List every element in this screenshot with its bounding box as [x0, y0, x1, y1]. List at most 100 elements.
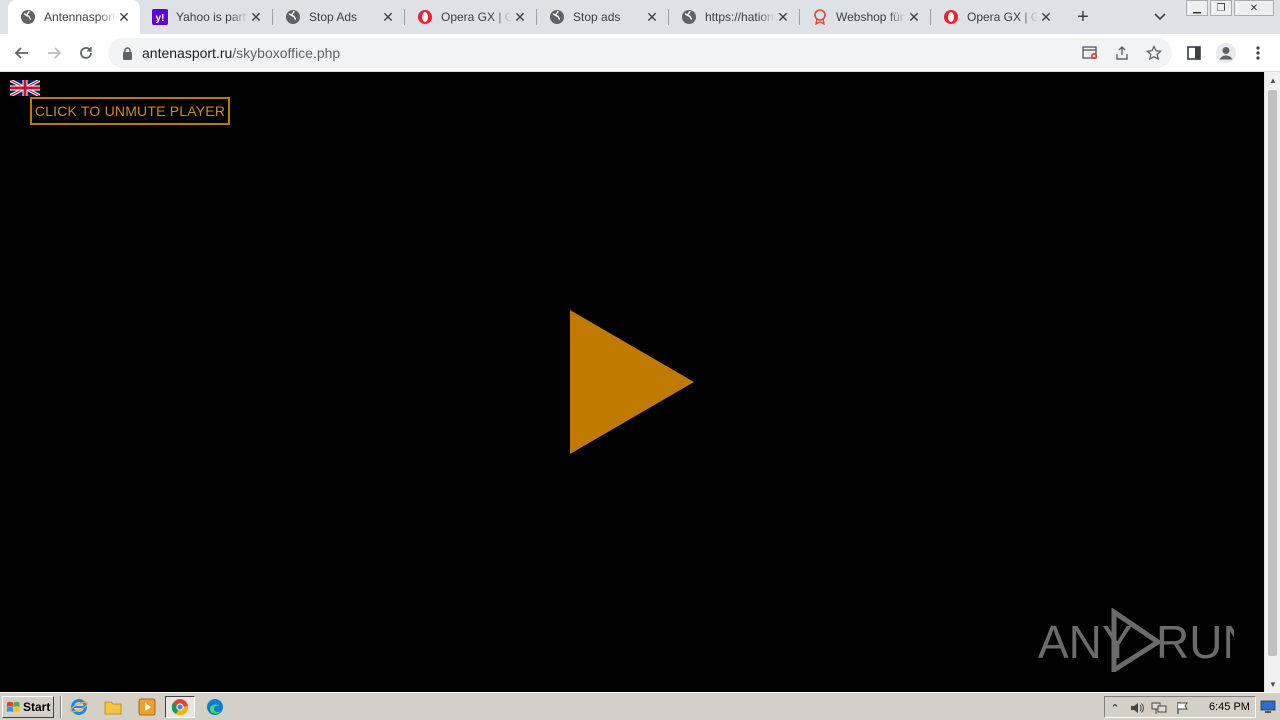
uk-flag-icon[interactable]: [10, 80, 40, 96]
edge-button[interactable]: [204, 697, 226, 717]
show-hidden-icons-button[interactable]: ⌃: [1107, 700, 1123, 716]
new-tab-button[interactable]: +: [1071, 5, 1095, 29]
bookmark-button[interactable]: [1143, 42, 1165, 64]
address-bar[interactable]: antenasport.ru/skyboxoffice.php: [108, 38, 1172, 68]
folder-icon: [104, 701, 122, 715]
profile-button[interactable]: [1214, 41, 1238, 65]
close-icon[interactable]: ✕: [644, 9, 660, 25]
tab-title: Webshop für: [836, 10, 904, 24]
close-window-button[interactable]: ✕: [1234, 0, 1274, 16]
windows-taskbar: Start ⌃ 6:45 PM: [0, 692, 1280, 720]
unmute-player-button[interactable]: CLICK TO UNMUTE PLAYER: [30, 97, 230, 125]
star-icon: [1146, 45, 1162, 61]
close-icon[interactable]: ✕: [512, 9, 528, 25]
media-player-icon: [138, 698, 156, 716]
play-icon[interactable]: [570, 310, 694, 454]
close-icon[interactable]: ✕: [1038, 9, 1054, 25]
webshop-icon: [812, 9, 828, 25]
page-content: CLICK TO UNMUTE PLAYER ANY RUN: [0, 72, 1264, 692]
tab-title: Stop Ads: [309, 10, 358, 24]
minimize-icon: ▁: [1193, 2, 1201, 14]
close-icon[interactable]: ✕: [248, 9, 264, 25]
side-panel-icon: [1187, 46, 1201, 60]
globe-icon: [549, 9, 565, 25]
tab-strip: Antennasport ✕ y! Yahoo is part of ✕ Sto…: [0, 0, 1280, 34]
network-icon: [1151, 702, 1167, 714]
tab-title: Opera GX | Ga: [441, 10, 512, 24]
window-controls: ▁ ❐ ✕: [1186, 0, 1274, 18]
chrome-taskbar-button[interactable]: [165, 696, 195, 718]
share-icon: [1116, 46, 1128, 60]
tab-title: Stop ads: [573, 10, 621, 24]
globe-icon: [681, 9, 697, 25]
restore-button[interactable]: ❐: [1210, 0, 1232, 16]
action-center-button[interactable]: [1175, 700, 1191, 716]
start-label: Start: [23, 700, 51, 714]
share-button[interactable]: [1111, 42, 1133, 64]
avatar-icon: [1216, 43, 1236, 63]
tab-search-button[interactable]: [1150, 7, 1170, 27]
back-button[interactable]: [10, 41, 34, 65]
close-icon[interactable]: ✕: [116, 9, 132, 25]
side-panel-button[interactable]: [1182, 41, 1206, 65]
lock-icon: [120, 46, 134, 60]
tab-opera-gx[interactable]: Opera GX | Ga ✕: [405, 0, 536, 34]
internet-explorer-button[interactable]: [68, 697, 90, 717]
speaker-icon: [1131, 703, 1144, 713]
scroll-up-arrow[interactable]: ▲: [1265, 72, 1280, 88]
menu-button[interactable]: [1246, 41, 1270, 65]
close-icon[interactable]: ✕: [380, 9, 396, 25]
flag-icon: [1177, 702, 1188, 714]
clock: 6:45 PM: [1209, 701, 1250, 713]
url-host: antenasport.ru: [142, 45, 233, 61]
tab-webshop[interactable]: Webshop für ✕: [800, 0, 930, 34]
start-button[interactable]: Start: [2, 696, 54, 718]
tab-title: https://hation: [705, 10, 774, 24]
tab-hation[interactable]: https://hation ✕: [669, 0, 799, 34]
plus-icon: +: [1077, 5, 1089, 28]
chrome-icon: [171, 699, 189, 716]
globe-icon: [20, 9, 36, 25]
svg-text:y!: y!: [156, 13, 165, 24]
forward-button[interactable]: [42, 41, 66, 65]
watermark-right-text: RUN: [1156, 616, 1234, 668]
internet-explorer-icon: [70, 699, 88, 715]
volume-button[interactable]: [1129, 700, 1145, 716]
tab-stop-ads-2[interactable]: Stop ads ✕: [537, 0, 668, 34]
browser-toolbar: antenasport.ru/skyboxoffice.php: [0, 34, 1280, 72]
minimize-button[interactable]: ▁: [1186, 0, 1208, 16]
watermark-left-text: ANY: [1038, 616, 1133, 668]
tab-title: Yahoo is part of: [176, 10, 248, 24]
globe-icon: [285, 9, 301, 25]
tab-title: Opera GX | Ga: [967, 10, 1038, 24]
arrow-right-icon: [48, 47, 62, 59]
opera-icon: [943, 9, 959, 25]
tab-opera-gx-2[interactable]: Opera GX | Ga ✕: [931, 0, 1062, 34]
tab-stop-ads[interactable]: Stop Ads ✕: [273, 0, 404, 34]
kebab-menu-icon: [1256, 46, 1260, 60]
scroll-thumb[interactable]: [1268, 90, 1277, 656]
arrow-left-icon: [14, 47, 28, 59]
show-desktop-icon[interactable]: [1260, 698, 1276, 714]
blocked-popup-button[interactable]: [1079, 42, 1101, 64]
close-icon[interactable]: ✕: [775, 9, 791, 25]
yahoo-icon: y!: [152, 9, 168, 25]
file-explorer-button[interactable]: [102, 697, 124, 717]
vertical-scrollbar[interactable]: ▲ ▼: [1264, 72, 1280, 692]
windows-logo-icon: [7, 701, 20, 712]
opera-icon: [417, 9, 433, 25]
tab-antennasport[interactable]: Antennasport ✕: [8, 0, 140, 34]
media-player-button[interactable]: [136, 697, 158, 717]
anyrun-watermark: ANY RUN: [1038, 608, 1234, 672]
popup-blocked-icon: [1082, 46, 1097, 59]
tab-yahoo[interactable]: y! Yahoo is part of ✕: [140, 0, 272, 34]
network-button[interactable]: [1151, 700, 1167, 716]
close-icon[interactable]: ✕: [906, 9, 922, 25]
reload-icon: [80, 47, 92, 59]
chevron-down-icon: [1154, 13, 1166, 21]
reload-button[interactable]: [74, 41, 98, 65]
close-icon: ✕: [1249, 2, 1259, 14]
scroll-down-arrow[interactable]: ▼: [1265, 676, 1280, 692]
edge-icon: [207, 699, 223, 715]
restore-icon: ❐: [1216, 2, 1226, 14]
